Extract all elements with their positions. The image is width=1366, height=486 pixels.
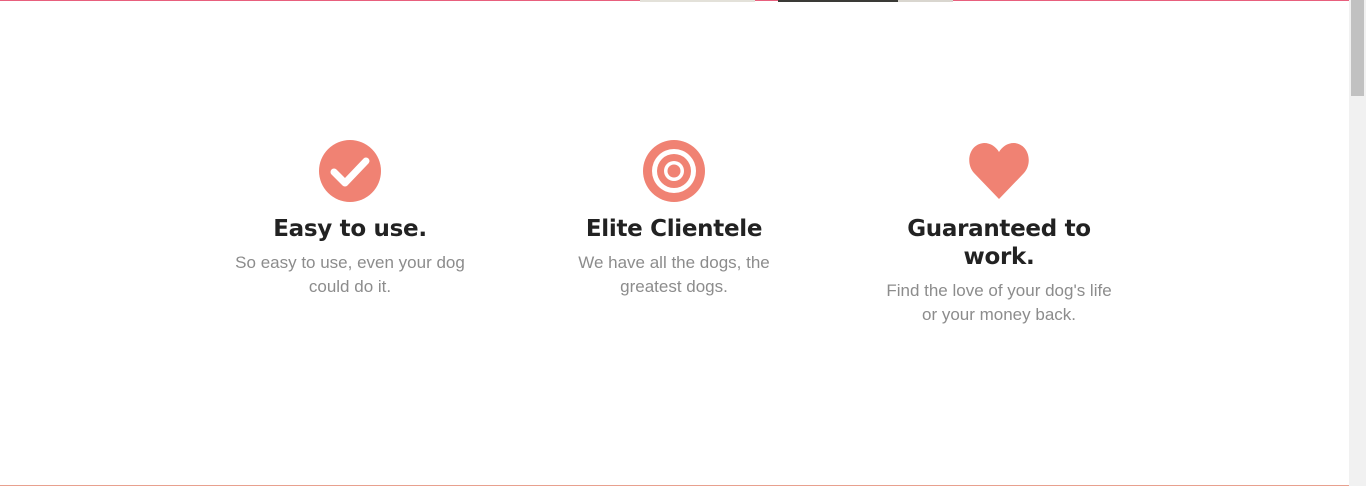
scrollbar-thumb[interactable] bbox=[1351, 0, 1364, 96]
feature-title: Easy to use. bbox=[273, 216, 427, 242]
previous-section-image-edge bbox=[640, 0, 755, 2]
heart-icon bbox=[969, 143, 1029, 199]
feature-title: Elite Clientele bbox=[585, 216, 763, 242]
feature-description: So easy to use, even your dog could do i… bbox=[235, 253, 465, 296]
features-section: Easy to use. So easy to use, even your d… bbox=[0, 0, 1366, 486]
target-icon bbox=[643, 140, 705, 202]
feature-description: Find the love of your dog's life or your… bbox=[886, 281, 1112, 324]
feature-easy-to-use: Easy to use. So easy to use, even your d… bbox=[220, 139, 480, 299]
feature-elite-clientele: Elite Clientele We have all the dogs, th… bbox=[544, 139, 804, 299]
feature-title: Guaranteed to work. bbox=[907, 216, 1091, 270]
feature-guaranteed: Guaranteed to work. Find the love of you… bbox=[869, 139, 1129, 327]
feature-description: We have all the dogs, the greatest dogs. bbox=[578, 253, 770, 296]
check-circle-icon bbox=[319, 140, 381, 202]
previous-section-image-edge bbox=[898, 0, 953, 2]
previous-section-image-edge bbox=[778, 0, 898, 2]
